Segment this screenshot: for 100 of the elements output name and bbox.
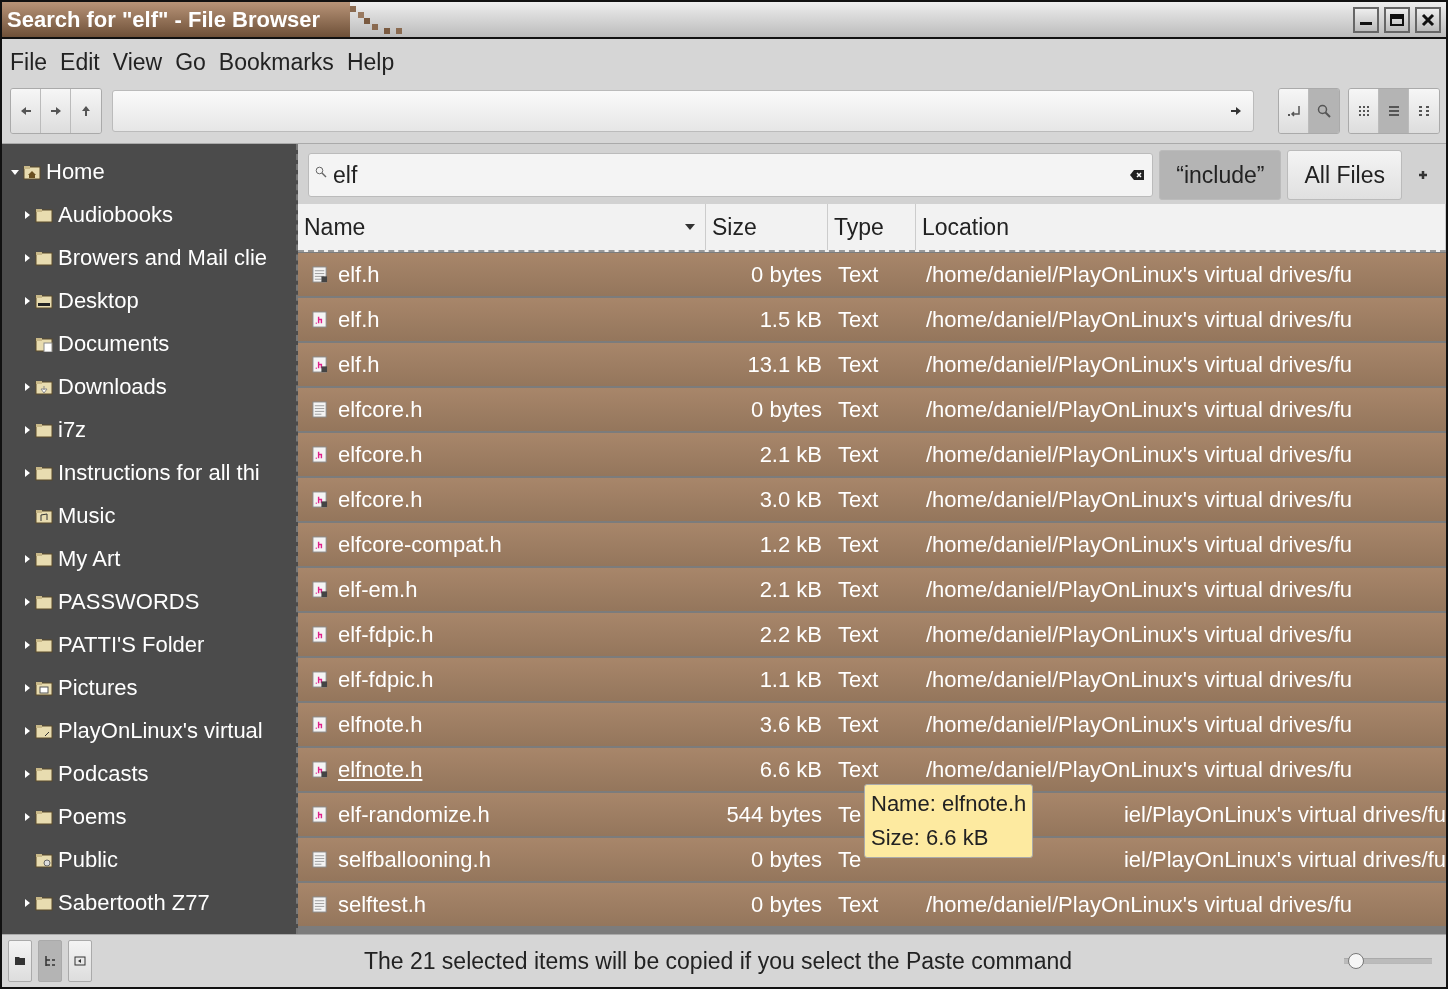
search-field[interactable]: elf (308, 153, 1154, 197)
expander-arrow-icon[interactable] (22, 725, 32, 736)
sidebar-item[interactable]: Music (2, 494, 296, 537)
sidebar-item[interactable]: My Art (2, 537, 296, 580)
expander-arrow-icon[interactable] (22, 682, 32, 693)
expander-arrow-icon[interactable] (22, 252, 32, 263)
expander-arrow-icon[interactable] (22, 295, 32, 306)
file-row[interactable]: elf-fdpic.h 1.1 kB Text /home/daniel/PlayOnLinux's virtual drives/fu (298, 658, 1446, 701)
file-name: elf.h (338, 261, 380, 288)
sidebar-item[interactable]: Podcasts (2, 752, 296, 795)
expander-arrow-icon[interactable] (22, 553, 32, 564)
expander-arrow-icon[interactable] (22, 596, 32, 607)
file-type: Text (837, 576, 880, 603)
sidebar-item[interactable]: Audiobooks (2, 193, 296, 236)
sidebar-item[interactable]: Public (2, 838, 296, 881)
up-arrow-icon (81, 105, 91, 117)
close-button[interactable] (1415, 6, 1441, 33)
back-button[interactable] (11, 89, 41, 133)
file-row[interactable]: elfcore.h 3.0 kB Text /home/daniel/PlayOnLinux's virtual drives/fu (298, 478, 1446, 521)
places-button[interactable] (8, 940, 32, 982)
sidebar-item[interactable]: Documents (2, 322, 296, 365)
file-row[interactable]: selftest.h 0 bytes Text /home/daniel/PlayOnLinux's virtual drives/fu (298, 883, 1446, 926)
minimize-button[interactable] (1353, 6, 1379, 33)
file-row[interactable]: elf.h 13.1 kB Text /home/daniel/PlayOnLinux's virtual drives/fu (298, 343, 1446, 386)
sidebar-item[interactable]: PATTI'S Folder (2, 623, 296, 666)
file-location: /home/daniel/PlayOnLinux's virtual drives/fu (925, 531, 1354, 558)
menu-item[interactable]: File (10, 49, 48, 76)
maximize-button[interactable] (1384, 6, 1410, 33)
menu-item[interactable]: View (112, 49, 163, 76)
file-row[interactable]: elfnote.h 6.6 kB Text /home/daniel/PlayOnLinux's virtual drives/fu (298, 748, 1446, 791)
status-message: The 21 selected items will be copied if you select the Paste command (362, 947, 1074, 975)
file-row[interactable]: elf.h 0 bytes Text /home/daniel/PlayOnLinux's virtual drives/fu (298, 253, 1446, 296)
column-header[interactable]: Size (706, 204, 828, 250)
sidebar-item[interactable]: Home (2, 150, 296, 193)
file-name: elf.h (338, 306, 380, 333)
header-file-icon (312, 626, 328, 643)
filter-button[interactable]: “include” (1159, 150, 1282, 200)
file-type: Text (837, 531, 880, 558)
menu-item[interactable]: Go (175, 49, 206, 76)
file-location: /home/daniel/PlayOnLinux's virtual drives/fu (925, 441, 1354, 468)
up-button[interactable] (71, 89, 101, 133)
pathbar-toggle[interactable] (1279, 89, 1309, 133)
file-row[interactable]: elfcore.h 2.1 kB Text /home/daniel/PlayOnLinux's virtual drives/fu (298, 433, 1446, 476)
sidebar-item[interactable]: Browers and Mail clie (2, 236, 296, 279)
icons-view-button[interactable] (1349, 89, 1379, 133)
sidebar-item[interactable]: PASSWORDS (2, 580, 296, 623)
search-toggle[interactable] (1309, 89, 1339, 133)
expander-arrow-icon[interactable] (22, 424, 32, 435)
sidebar-item[interactable]: Downloads (2, 365, 296, 408)
go-arrow-icon[interactable] (1230, 106, 1242, 116)
expander-arrow-icon[interactable] (22, 639, 32, 650)
file-location: /home/daniel/PlayOnLinux's virtual drives/fu (925, 756, 1354, 783)
sidebar-item[interactable]: PlayOnLinux's virtual (2, 709, 296, 752)
list-view-button[interactable] (1379, 89, 1409, 133)
sidebar-item[interactable]: Sabertooth Z77 (2, 881, 296, 924)
sidebar-item[interactable]: Poems (2, 795, 296, 838)
expander-arrow-icon[interactable] (22, 209, 32, 220)
menu-item[interactable]: Bookmarks (218, 49, 334, 76)
file-name: elfcore-compat.h (338, 531, 502, 558)
sidebar-item[interactable]: Instructions for all thi (2, 451, 296, 494)
file-name: elf-fdpic.h (338, 621, 434, 648)
expander-arrow-icon[interactable] (22, 467, 32, 478)
menu-item[interactable]: Edit (60, 49, 100, 76)
hide-sidebar-button[interactable] (68, 940, 92, 982)
location-field[interactable] (112, 90, 1254, 132)
expander-arrow-icon[interactable] (22, 768, 32, 779)
file-name: elf-em.h (338, 576, 418, 603)
column-header[interactable]: Name (298, 204, 706, 250)
filter-button[interactable]: All Files (1287, 150, 1402, 200)
desktop-folder-icon (35, 292, 53, 309)
sidebar-item[interactable]: Desktop (2, 279, 296, 322)
forward-button[interactable] (41, 89, 71, 133)
sidebar-label: My Art (58, 545, 121, 572)
window-title: Search for "elf" - File Browser (2, 2, 351, 37)
plus-icon[interactable] (1418, 170, 1428, 180)
file-row[interactable]: elfnote.h 3.6 kB Text /home/daniel/PlayOnLinux's virtual drives/fu (298, 703, 1446, 746)
clear-icon[interactable] (1129, 169, 1146, 181)
file-row[interactable]: elfcore-compat.h 1.2 kB Text /home/daniel/PlayOnLinux's virtual drives/fu (298, 523, 1446, 566)
column-header[interactable]: Type (828, 204, 916, 250)
expander-arrow-icon[interactable] (22, 811, 32, 822)
expander-arrow-icon[interactable] (22, 897, 32, 908)
menu-item[interactable]: Help (346, 49, 395, 76)
file-size: 544 bytes (725, 801, 823, 828)
file-row[interactable]: elfcore.h 0 bytes Text /home/daniel/PlayOnLinux's virtual drives/fu (298, 388, 1446, 431)
expander-arrow-icon[interactable] (22, 381, 32, 392)
file-row[interactable]: elf-fdpic.h 2.2 kB Text /home/daniel/PlayOnLinux's virtual drives/fu (298, 613, 1446, 656)
slider-thumb[interactable] (1347, 953, 1364, 969)
file-row[interactable]: elf.h 1.5 kB Text /home/daniel/PlayOnLinux's virtual drives/fu (298, 298, 1446, 341)
file-size: 2.2 kB (758, 621, 823, 648)
minimize-icon (1360, 22, 1372, 25)
file-row[interactable]: elf-em.h 2.1 kB Text /home/daniel/PlayOnLinux's virtual drives/fu (298, 568, 1446, 611)
folder-icon (35, 765, 53, 782)
tree-button[interactable] (38, 940, 62, 982)
column-header[interactable]: Location (916, 204, 1446, 250)
text-file-icon (312, 896, 328, 913)
sidebar-item[interactable]: Pictures (2, 666, 296, 709)
sidebar-label: Desktop (58, 287, 139, 314)
folder-icon (35, 808, 53, 825)
sidebar-item[interactable]: i7z (2, 408, 296, 451)
compact-view-button[interactable] (1409, 89, 1439, 133)
